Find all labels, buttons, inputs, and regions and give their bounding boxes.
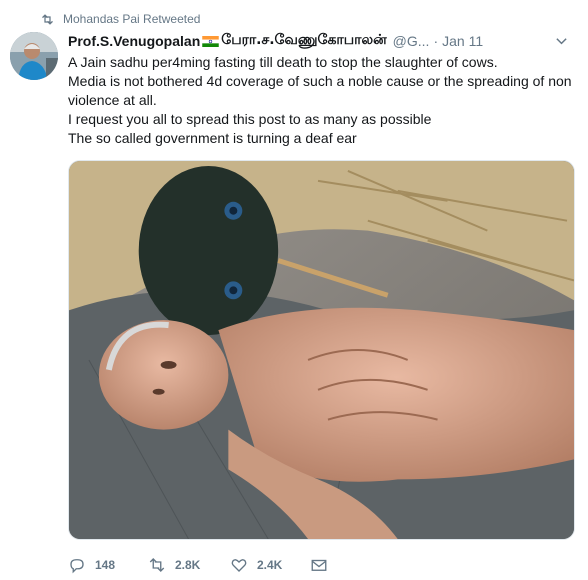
india-flag-icon — [202, 35, 219, 47]
direct-message-button[interactable] — [310, 556, 340, 574]
reply-icon — [70, 559, 84, 574]
tweet-timestamp[interactable]: Jan 11 — [442, 33, 483, 49]
retweet-button[interactable]: 2.8K — [148, 556, 230, 574]
like-button[interactable]: 2.4K — [230, 556, 310, 574]
avatar[interactable] — [10, 32, 58, 80]
tweet-text-line: The so called government is turning a de… — [68, 130, 357, 146]
retweet-count: 2.8K — [175, 558, 201, 572]
separator-dot: · — [433, 33, 439, 49]
tweet-photo[interactable] — [68, 160, 575, 540]
retweet-icon — [149, 558, 165, 572]
chevron-down-icon[interactable] — [555, 35, 568, 48]
heart-icon — [231, 559, 247, 572]
tweet-text-line: I request you all to spread this post to… — [68, 111, 432, 127]
display-name[interactable]: Prof.S.Venugopalan — [68, 33, 200, 49]
reply-count: 148 — [95, 558, 116, 572]
display-name-tamil[interactable]: பேரா.ச.வேணுகோபாலன் — [221, 32, 386, 50]
envelope-icon — [311, 559, 327, 571]
retweet-context-text: Mohandas Pai Retweeted — [63, 12, 201, 26]
tweet-card: Mohandas Pai Retweeted Prof.S.Venugopala… — [0, 0, 588, 580]
tweet-actions: 148 2.8K 2.4K — [68, 554, 340, 576]
tweet-header: Prof.S.Venugopalan பேரா.ச.வேணுகோபாலன் @G… — [68, 31, 568, 51]
tweet-text: A Jain sadhu per4ming fasting till death… — [68, 53, 583, 148]
tweet-text-line: Media is not bothered 4d coverage of suc… — [68, 73, 572, 108]
retweet-icon — [42, 13, 53, 25]
reply-button[interactable]: 148 — [68, 556, 148, 574]
retweet-context[interactable]: Mohandas Pai Retweeted — [40, 10, 200, 28]
tweet-text-line: A Jain sadhu per4ming fasting till death… — [68, 54, 498, 70]
user-handle[interactable]: @G... — [393, 33, 430, 49]
like-count: 2.4K — [257, 558, 283, 572]
